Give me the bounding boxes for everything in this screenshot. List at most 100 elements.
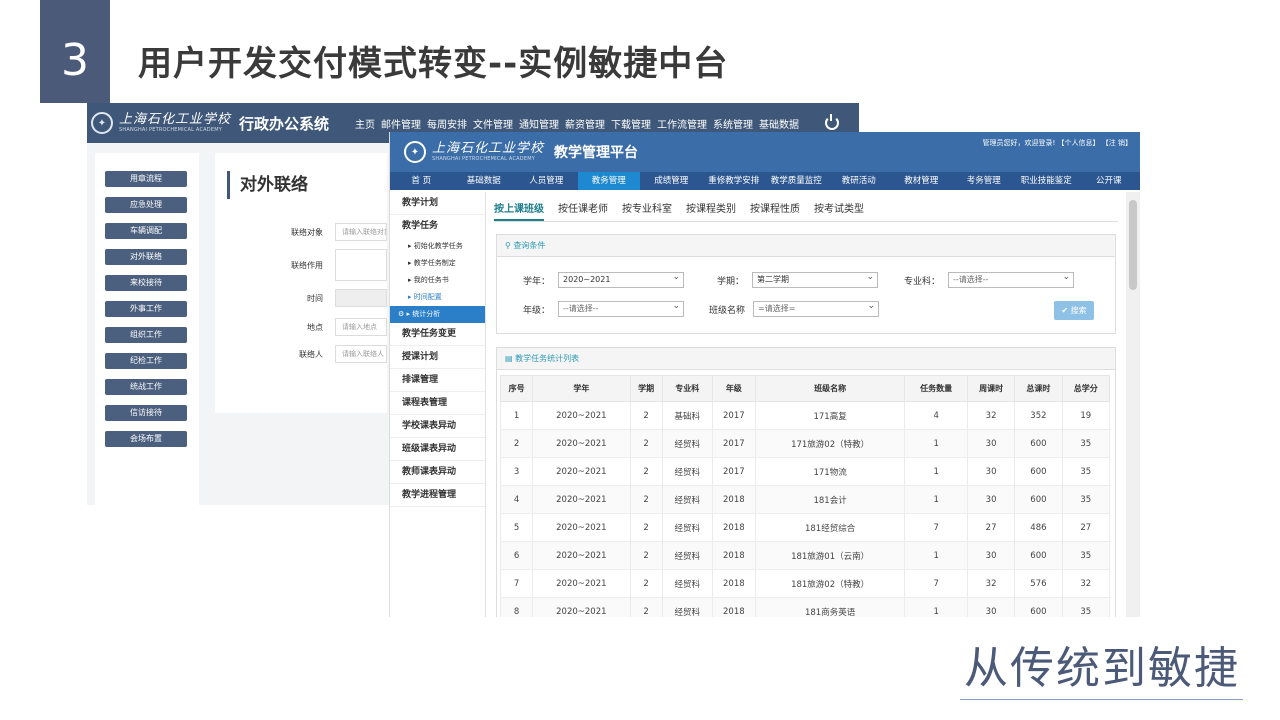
table-row[interactable]: 2 2020~2021 2 经贸科 2017 171旅游02（特教） 1 30 600 35	[499, 429, 1111, 458]
grade-select[interactable]: --请选择--	[558, 299, 685, 317]
time-input[interactable]	[335, 289, 387, 307]
sidebar-item[interactable]: 教师课表异动	[390, 461, 485, 484]
table-cell: 181旅游02（特教）	[754, 569, 906, 598]
nav-basedata[interactable]: 基础数据	[453, 172, 516, 190]
sidebar-sub-mine[interactable]: ▸ 我的任务书	[390, 272, 485, 289]
school-logo[interactable]: 上海石化工业学校 SHANGHAI PETROCHEMICAL ACADEMY	[432, 142, 544, 162]
admin-sidebar-item[interactable]: 会场布置	[105, 431, 187, 447]
sidebar-item[interactable]: 授课计划	[390, 346, 485, 369]
table-row[interactable]: 8 2020~2021 2 经贸科 2018 181商务英语 1 30 600 35	[499, 597, 1111, 617]
admin-nav-salary[interactable]: 薪资管理	[565, 116, 605, 131]
contact-target-input[interactable]: 请输入联络对象	[335, 223, 387, 241]
col-term[interactable]: 学期	[629, 375, 663, 402]
nav-quality[interactable]: 教学质量监控	[765, 172, 828, 190]
table-row[interactable]: 4 2020~2021 2 经贸科 2018 181会计 1 30 600 35	[499, 485, 1111, 514]
admin-nav-basedata[interactable]: 基础数据	[759, 116, 799, 131]
sidebar-item[interactable]: 班级课表异动	[390, 438, 485, 461]
class-select[interactable]: =请选择=	[753, 299, 880, 317]
contact-person-input[interactable]: 请输入联络人	[335, 345, 387, 363]
tab-by-category[interactable]: 按课程类别	[686, 200, 736, 221]
admin-sidebar-item[interactable]: 信访接待	[105, 405, 187, 421]
contact-purpose-input[interactable]	[335, 249, 387, 281]
school-logo[interactable]: 上海石化工业学校 SHANGHAI PETROCHEMICAL ACADEMY	[119, 113, 231, 133]
dept-label: 专业科：	[904, 276, 941, 287]
nav-retake[interactable]: 重修教学安排	[703, 172, 766, 190]
power-icon[interactable]	[825, 114, 840, 130]
admin-sidebar-item[interactable]: 统战工作	[105, 379, 187, 395]
user-info[interactable]: 管理员您好，欢迎登录! 【个人信息】 【注 销】	[983, 138, 1132, 148]
sidebar-item[interactable]: 排课管理	[390, 369, 485, 392]
sidebar-sub-label: 初始化教学任务	[413, 242, 463, 250]
tab-by-teacher[interactable]: 按任课老师	[558, 200, 608, 221]
scrollbar[interactable]	[1126, 192, 1140, 617]
sidebar-sub-stats[interactable]: ⚙ ▸ 统计分析	[390, 306, 485, 323]
nav-textbooks[interactable]: 教材管理	[890, 172, 953, 190]
table-cell: 7	[499, 569, 534, 598]
admin-sidebar-item[interactable]: 外事工作	[105, 301, 187, 317]
admin-sidebar-item[interactable]: 纪检工作	[105, 353, 187, 369]
sidebar-item[interactable]: 教学进程管理	[390, 484, 485, 507]
nav-open-class[interactable]: 公开课	[1078, 172, 1141, 190]
col-class[interactable]: 班级名称	[754, 375, 906, 402]
admin-sidebar-item[interactable]: 组织工作	[105, 327, 187, 343]
admin-nav-weekly[interactable]: 每周安排	[427, 116, 467, 131]
nav-exams[interactable]: 考务管理	[953, 172, 1016, 190]
col-grade[interactable]: 年级	[711, 375, 756, 402]
admin-nav-downloads[interactable]: 下载管理	[611, 116, 651, 131]
admin-nav-system[interactable]: 系统管理	[713, 116, 753, 131]
sidebar-sub-time[interactable]: ▸ 时间配置	[390, 289, 485, 306]
sidebar-item[interactable]: 学校课表异动	[390, 415, 485, 438]
table-row[interactable]: 7 2020~2021 2 经贸科 2018 181旅游02（特教） 7 32 576 32	[499, 569, 1111, 598]
table-cell: 经贸科	[661, 457, 713, 486]
nav-personnel[interactable]: 人员管理	[515, 172, 578, 190]
admin-sidebar-item[interactable]: 对外联络	[105, 249, 187, 265]
nav-home[interactable]: 首 页	[390, 172, 453, 190]
col-dept[interactable]: 专业科	[661, 375, 713, 402]
admin-nav-workflow[interactable]: 工作流管理	[657, 116, 707, 131]
admin-sidebar-item[interactable]: 车辆调配	[105, 223, 187, 239]
tab-by-class[interactable]: 按上课班级	[494, 200, 544, 221]
table-row[interactable]: 3 2020~2021 2 经贸科 2017 171物流 1 30 600 35	[499, 457, 1111, 486]
table-row[interactable]: 1 2020~2021 2 基础科 2017 171高复 4 32 352 19	[499, 401, 1111, 430]
place-input[interactable]: 请输入地点	[335, 318, 387, 336]
sidebar-item-task[interactable]: 教学任务	[390, 215, 485, 238]
admin-sidebar-item[interactable]: 用章流程	[105, 171, 187, 187]
table-cell: 2020~2021	[532, 401, 631, 430]
sidebar-item-plan[interactable]: 教学计划	[390, 192, 485, 215]
nav-skills[interactable]: 职业技能鉴定	[1015, 172, 1078, 190]
table-row[interactable]: 6 2020~2021 2 经贸科 2018 181旅游01（云南） 1 30 600 35	[499, 541, 1111, 570]
tab-by-dept[interactable]: 按专业科室	[622, 200, 672, 221]
sidebar-item[interactable]: 课程表管理	[390, 392, 485, 415]
admin-nav-files[interactable]: 文件管理	[473, 116, 513, 131]
tab-by-nature[interactable]: 按课程性质	[750, 200, 800, 221]
scrollbar-thumb[interactable]	[1129, 200, 1137, 290]
table-cell: 32	[966, 401, 1016, 430]
col-total-hours[interactable]: 总课时	[1014, 375, 1063, 402]
search-icon: ⚲	[505, 241, 511, 250]
col-index[interactable]: 序号	[499, 375, 534, 402]
dept-select[interactable]: --请选择--	[948, 270, 1075, 288]
admin-nav-home[interactable]: 主页	[355, 116, 375, 131]
search-button[interactable]: ✔ 搜索	[1054, 301, 1094, 320]
term-select[interactable]: 第二学期	[752, 270, 879, 288]
table-cell: 27	[966, 513, 1016, 542]
table-cell: 经贸科	[661, 513, 713, 542]
sidebar-sub-init[interactable]: ▸ 初始化教学任务	[390, 238, 485, 255]
admin-sidebar-item[interactable]: 应急处理	[105, 197, 187, 213]
admin-sidebar-item[interactable]: 来校接待	[105, 275, 187, 291]
admin-nav-notices[interactable]: 通知管理	[519, 116, 559, 131]
year-select[interactable]: 2020~2021	[558, 270, 685, 288]
col-year[interactable]: 学年	[532, 375, 631, 402]
sidebar-item[interactable]: 教学任务变更	[390, 323, 485, 346]
tab-by-exam-type[interactable]: 按考试类型	[814, 200, 864, 221]
sidebar-sub-make[interactable]: ▸ 教学任务制定	[390, 255, 485, 272]
col-credits[interactable]: 总学分	[1061, 375, 1111, 402]
admin-nav-mail[interactable]: 邮件管理	[381, 116, 421, 131]
table-cell: 600	[1014, 485, 1063, 514]
table-row[interactable]: 5 2020~2021 2 经贸科 2018 181经贸综合 7 27 486 27	[499, 513, 1111, 542]
nav-research[interactable]: 教研活动	[828, 172, 891, 190]
nav-grades[interactable]: 成绩管理	[640, 172, 703, 190]
col-tasks[interactable]: 任务数量	[904, 375, 968, 402]
nav-academic-affairs[interactable]: 教务管理	[577, 172, 640, 190]
col-weekly-hours[interactable]: 周课时	[966, 375, 1016, 402]
